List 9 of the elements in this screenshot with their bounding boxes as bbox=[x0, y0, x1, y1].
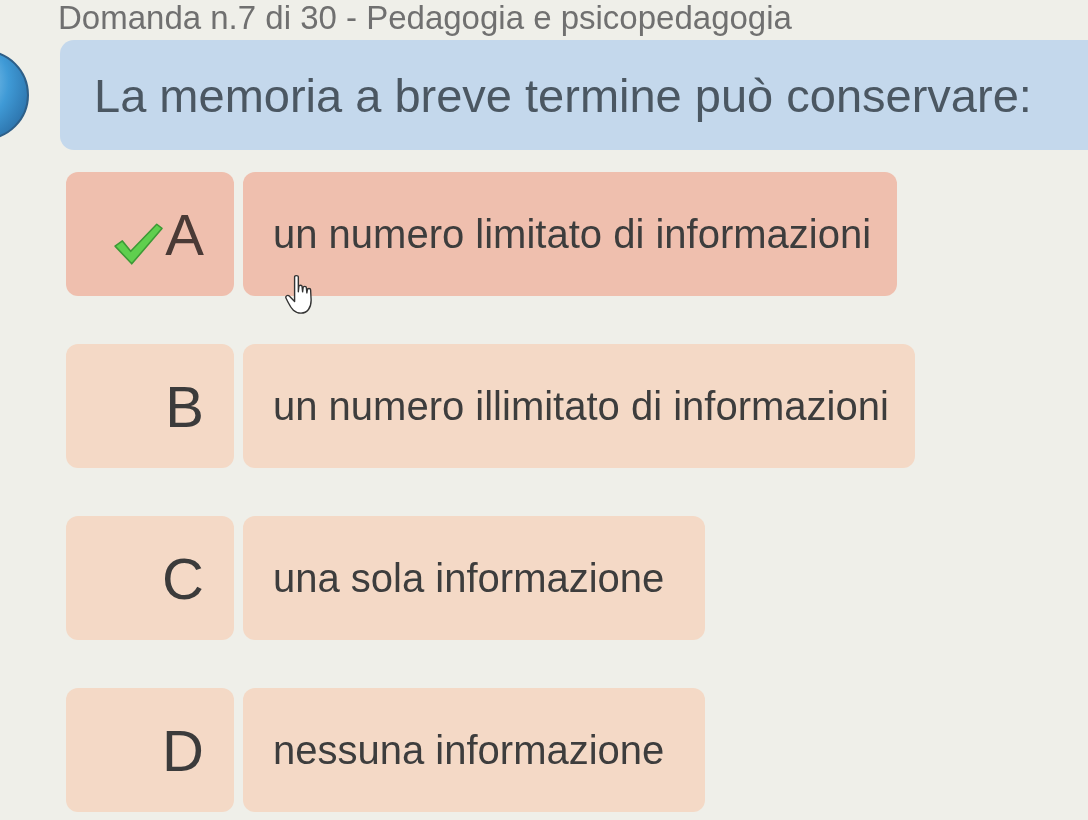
answer-option-button[interactable]: un numero illimitato di informazioni bbox=[243, 344, 915, 468]
option-letter-button[interactable]: A bbox=[66, 172, 234, 296]
question-text: La memoria a breve termine può conservare: bbox=[94, 67, 1032, 123]
option-letter-button[interactable]: B bbox=[66, 344, 234, 468]
answer-option-button[interactable]: nessuna informazione bbox=[243, 688, 705, 812]
option-letter-button[interactable]: D bbox=[66, 688, 234, 812]
question-counter: Domanda n.7 di 30 - Pedagogia e psicopedagogia bbox=[57, 0, 792, 36]
answer-option-button[interactable]: una sola informazione bbox=[243, 516, 705, 640]
option-letter-button[interactable]: C bbox=[66, 516, 234, 640]
